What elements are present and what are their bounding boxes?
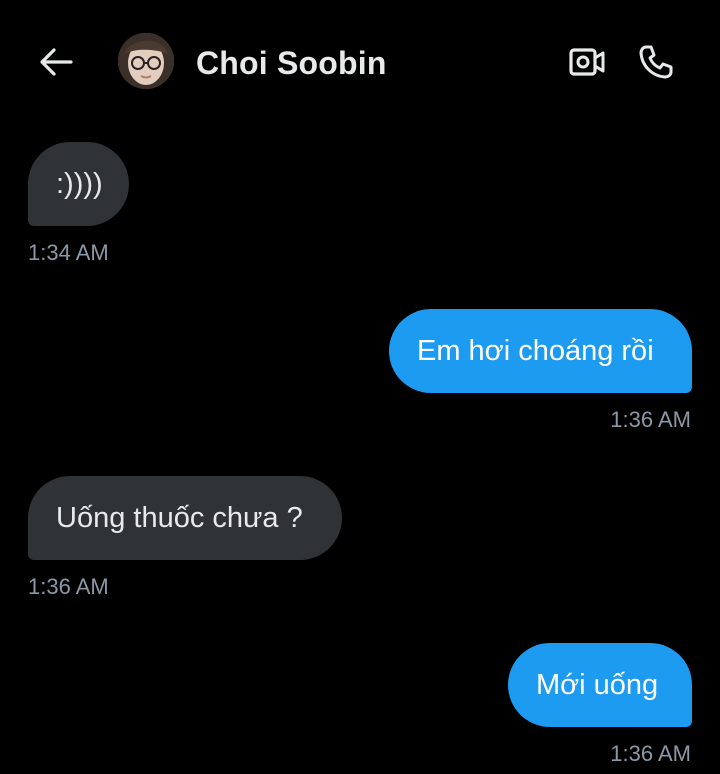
message-timestamp: 1:36 AM [610, 407, 691, 432]
avatar-image [118, 33, 174, 89]
message-timestamp: 1:34 AM [28, 240, 109, 265]
video-call-icon [569, 48, 605, 76]
message-bubble-incoming[interactable]: :)))) [28, 142, 129, 226]
message-bubble-outgoing[interactable]: Em hơi choáng rồi [389, 309, 692, 393]
message-bubble-incoming[interactable]: Uống thuốc chưa ? [28, 476, 342, 560]
phone-icon [639, 45, 673, 79]
message-timestamp: 1:36 AM [610, 741, 691, 766]
conversation-header: Choi Soobin [0, 0, 720, 124]
message-text: Mới uống [536, 669, 659, 701]
back-button[interactable] [34, 42, 78, 82]
contact-name[interactable]: Choi Soobin [196, 44, 387, 82]
voice-call-button[interactable] [634, 40, 678, 84]
message-text: Uống thuốc chưa ? [56, 502, 303, 534]
message-text: Em hơi choáng rồi [417, 335, 654, 367]
message-bubble-outgoing[interactable]: Mới uống [508, 643, 692, 727]
avatar[interactable] [118, 33, 174, 89]
arrow-left-icon [40, 48, 73, 76]
message-timestamp: 1:36 AM [28, 574, 109, 599]
message-text: :)))) [56, 168, 103, 200]
video-call-button[interactable] [566, 42, 608, 82]
